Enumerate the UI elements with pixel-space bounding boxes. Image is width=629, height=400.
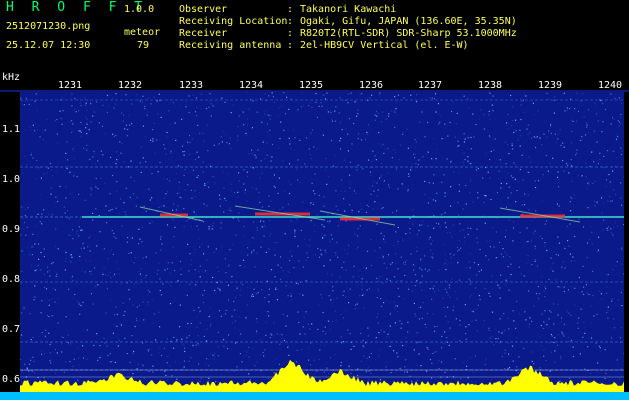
header-panel: H R O F F T 1.0.0 2512071230.png meteor … xyxy=(0,0,629,78)
receiver-label: Receiver xyxy=(179,28,228,39)
observer-value: Takanori Kawachi xyxy=(300,4,397,15)
location-colon: : xyxy=(287,16,294,27)
antenna-label: Receiving antenna xyxy=(179,40,282,51)
antenna-colon: : xyxy=(287,40,294,51)
freq-tick: 0.7 xyxy=(2,324,21,335)
freq-tick: 1.1 xyxy=(2,124,21,135)
location-value: Ogaki, Gifu, JAPAN (136.60E, 35.35N) xyxy=(300,16,517,27)
meteor-trail xyxy=(499,207,581,223)
freq-tick: 0.6 xyxy=(2,374,21,385)
freq-tick: 0.9 xyxy=(2,224,21,235)
meteor-count: 79 xyxy=(137,40,150,51)
meteor-trail xyxy=(319,210,396,226)
baseline-strip xyxy=(0,392,629,400)
date-time: 25.12.07 12:30 xyxy=(6,40,91,51)
observer-colon: : xyxy=(287,4,294,15)
mode-label: meteor xyxy=(124,27,161,38)
receiver-colon: : xyxy=(287,28,294,39)
meteor-echo xyxy=(340,217,380,221)
location-label: Receiving Location xyxy=(179,16,288,27)
app-version: 1.0.0 xyxy=(124,4,155,15)
freq-unit-label: kHz xyxy=(2,72,21,83)
noise-speckle xyxy=(20,92,624,384)
receiver-value: R820T2(RTL-SDR) SDR-Sharp 53.1000MHz xyxy=(300,28,517,39)
spectrogram-canvas xyxy=(20,92,624,399)
freq-tick: 0.8 xyxy=(2,274,21,285)
file-name: 2512071230.png xyxy=(6,21,91,32)
observer-label: Observer xyxy=(179,4,228,15)
meteor-trail xyxy=(234,205,326,221)
antenna-value: 2el-HB9CV Vertical (el. E-W) xyxy=(300,40,469,51)
waterfall-spectrogram xyxy=(20,92,624,399)
freq-tick: 1.0 xyxy=(2,174,21,185)
